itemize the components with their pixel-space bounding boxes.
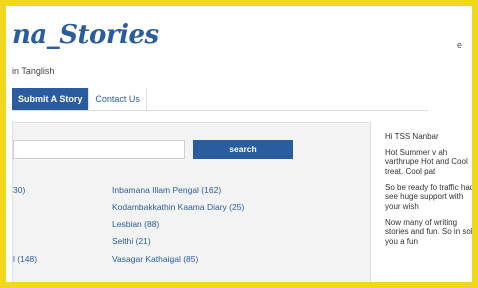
search-input[interactable] [13,140,185,159]
site-logo[interactable]: na_Stories [12,20,159,50]
category-link-left-2[interactable]: l (148) [13,254,37,264]
page: na_Stories in Tanglish e Submit A Story … [6,6,472,282]
sidebar-paragraph: Hot Summer v ah varthrupe Hot and Cool t… [385,147,468,176]
header-right-text: e [456,40,462,50]
sidebar-paragraph: So be ready fo traffic had see huge supp… [385,182,472,211]
site-tagline: in Tanglish [12,66,55,76]
category-link-lesbian[interactable]: Lesbian (88) [112,219,159,229]
category-link-vasagar-kathaigal[interactable]: Vasagar Kathaigal (85) [112,254,198,264]
main-nav: Submit A Story Contact Us [12,88,428,111]
category-link-inbamana-illam-pengal[interactable]: Inbamana Illam Pengal (162) [112,185,221,195]
nav-contact-us[interactable]: Contact Us [89,88,147,110]
category-link-left-1[interactable]: 30) [13,185,25,195]
category-link-selthi[interactable]: Selthi (21) [112,236,151,246]
sidebar-paragraph: Now many of writing stories and fun. So … [385,217,472,246]
search-panel: search 30) l (148) Inbamana Illam Pengal… [12,122,371,282]
category-link-kodambakkathin-kaama-diary[interactable]: Kodambakkathin Kaama Diary (25) [112,202,244,212]
sidebar-greeting: Hi TSS Nanbar [385,132,439,141]
sidebar-welcome: Hi TSS Nanbar Hot Summer v ah varthrupe … [385,132,472,253]
search-button[interactable]: search [193,140,293,159]
nav-submit-story[interactable]: Submit A Story [12,88,90,110]
